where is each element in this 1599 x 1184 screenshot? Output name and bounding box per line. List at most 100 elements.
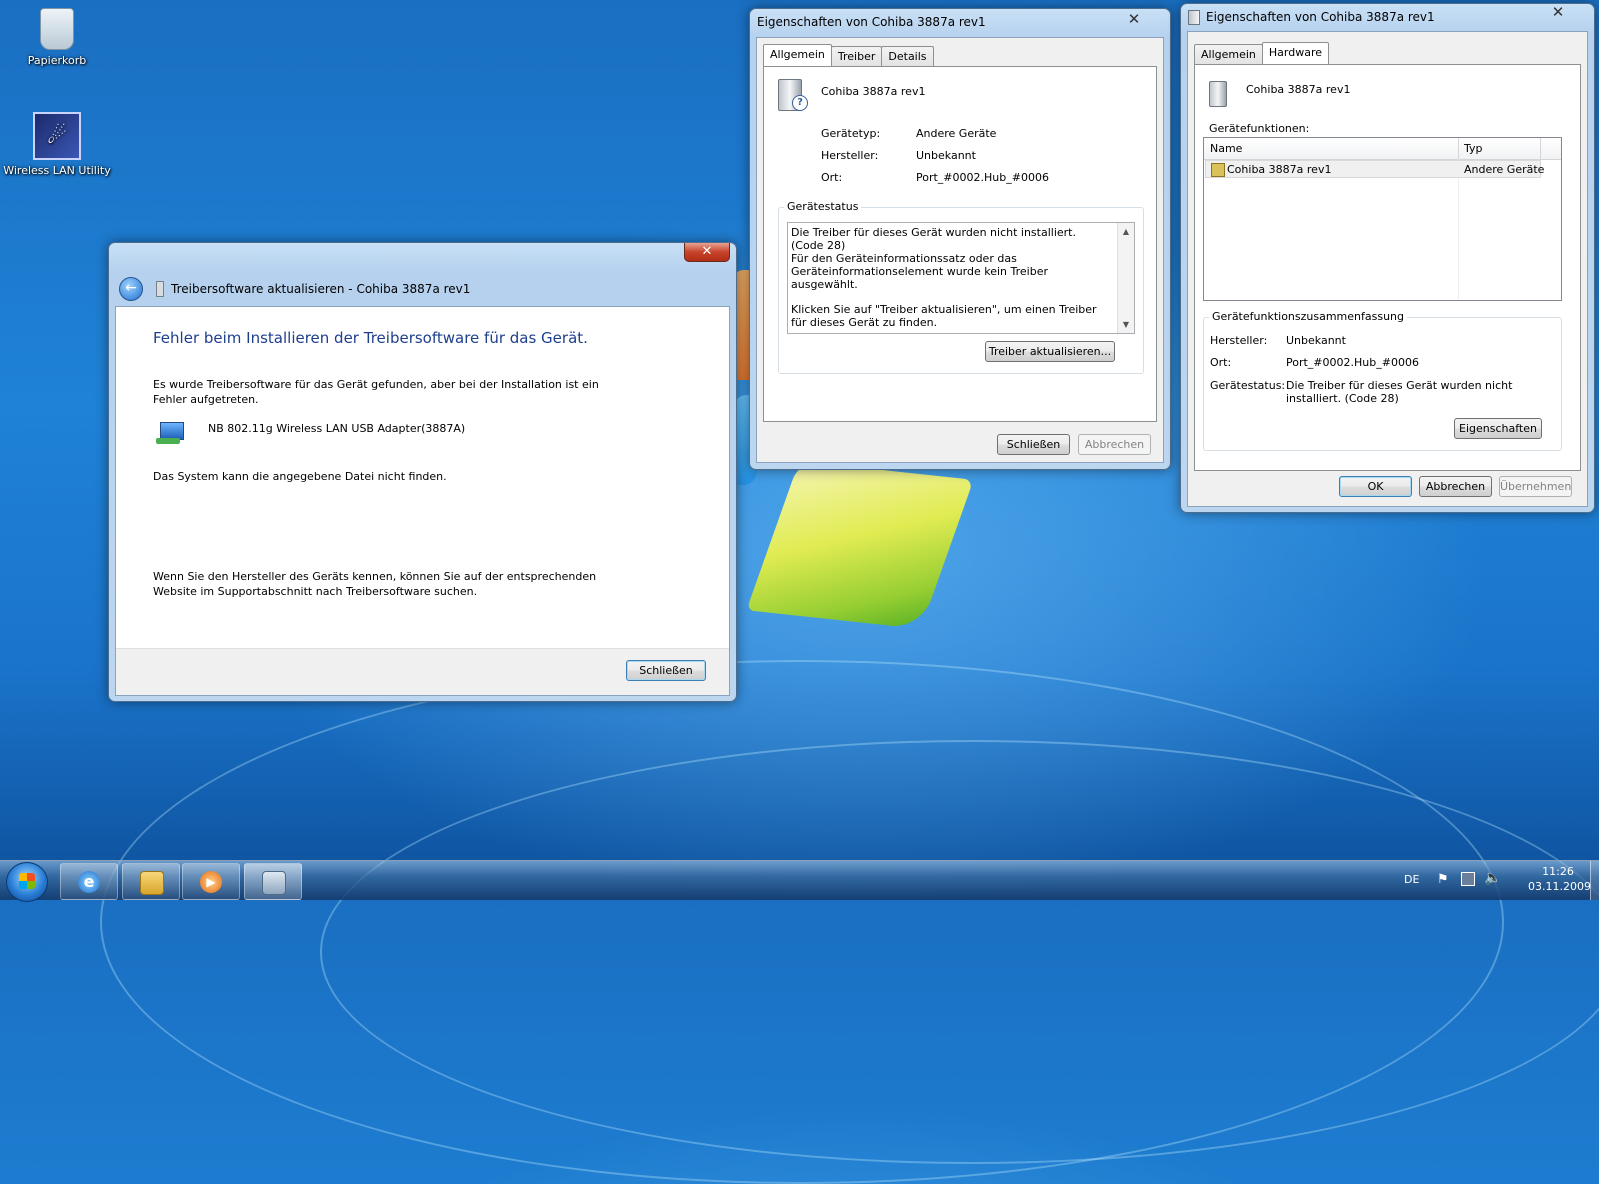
- network-status-icon[interactable]: [1461, 872, 1475, 886]
- internet-explorer-icon: e: [78, 871, 100, 893]
- wallpaper-logo-green: [746, 461, 974, 629]
- volume-icon[interactable]: 🔈: [1484, 870, 1501, 886]
- action-center-flag-icon[interactable]: ⚑: [1437, 872, 1449, 887]
- column-divider[interactable]: [1540, 138, 1541, 159]
- device-icon: [156, 281, 164, 297]
- taskbar: e ▶ DE ⚑ 🔈 11:26 03.11.2009: [0, 860, 1599, 902]
- dialog-content: Fehler beim Installieren der Treibersoft…: [115, 306, 730, 696]
- list-header: Name Typ: [1204, 138, 1561, 160]
- row-name: Cohiba 3887a rev1: [1227, 163, 1332, 176]
- update-driver-button[interactable]: Treiber aktualisieren...: [985, 341, 1115, 362]
- group-title: Gerätefunktionszusammenfassung: [1209, 310, 1408, 323]
- functions-label: Gerätefunktionen:: [1209, 122, 1310, 135]
- device-icon: [1209, 81, 1227, 107]
- desktop-icon-recycle-bin[interactable]: Papierkorb: [2, 8, 112, 67]
- close-button[interactable]: ✕: [684, 243, 730, 262]
- field-label: Ort:: [821, 171, 843, 184]
- close-button[interactable]: ✕: [1112, 11, 1156, 29]
- recycle-bin-icon: [40, 8, 74, 50]
- desktop-icon-wireless-lan-utility[interactable]: ☄ Wireless LAN Utility: [2, 112, 112, 177]
- error-detail: Das System kann die angegebene Datei nic…: [153, 470, 447, 483]
- window-title: Eigenschaften von Cohiba 3887a rev1: [1206, 10, 1435, 24]
- show-desktop-button[interactable]: [1590, 861, 1599, 900]
- column-divider[interactable]: [1458, 138, 1459, 159]
- dialog-client: Allgemein Treiber Details ? Cohiba 3887a…: [756, 37, 1164, 463]
- scroll-down-icon[interactable]: ▼: [1118, 320, 1134, 329]
- apply-button[interactable]: Übernehmen: [1499, 476, 1572, 497]
- status-textbox[interactable]: Die Treiber für dieses Gerät wurden nich…: [787, 222, 1135, 334]
- summary-label: Hersteller:: [1210, 334, 1268, 347]
- network-adapter-icon: [154, 420, 186, 450]
- close-button[interactable]: Schließen: [997, 434, 1070, 455]
- summary-value: Port_#0002.Hub_#0006: [1286, 356, 1419, 369]
- device-manager-icon: [262, 871, 286, 895]
- tab-details[interactable]: Details: [881, 46, 934, 68]
- language-indicator[interactable]: DE: [1404, 873, 1419, 886]
- clock[interactable]: 11:26 03.11.2009: [1528, 865, 1591, 893]
- window-title: Eigenschaften von Cohiba 3887a rev1: [757, 15, 986, 29]
- close-button[interactable]: Schließen: [626, 660, 706, 681]
- error-heading: Fehler beim Installieren der Treibersoft…: [153, 329, 588, 347]
- start-button[interactable]: [6, 862, 48, 902]
- close-button[interactable]: ✕: [1536, 4, 1580, 22]
- update-driver-dialog: ✕ ← Treibersoftware aktualisieren - Cohi…: [108, 242, 737, 702]
- media-player-icon: ▶: [200, 871, 222, 893]
- taskbar-internet-explorer[interactable]: e: [60, 863, 118, 900]
- column-header-type[interactable]: Typ: [1464, 142, 1483, 155]
- cancel-button[interactable]: Abbrechen: [1078, 434, 1151, 455]
- field-value: Andere Geräte: [916, 127, 997, 140]
- scrollbar[interactable]: ▲ ▼: [1117, 223, 1134, 333]
- wireless-lan-utility-icon: ☄: [33, 112, 81, 160]
- tab-treiber[interactable]: Treiber: [830, 46, 883, 68]
- tab-panel-allgemein: ? Cohiba 3887a rev1 Gerätetyp: Andere Ge…: [763, 66, 1157, 422]
- tab-allgemein[interactable]: Allgemein: [1194, 44, 1263, 66]
- ok-button[interactable]: OK: [1339, 476, 1412, 497]
- dialog-client: Allgemein Hardware Cohiba 3887a rev1 Ger…: [1187, 31, 1588, 507]
- device-status-group: Gerätestatus Die Treiber für dieses Gerä…: [778, 200, 1144, 374]
- hint-text: Wenn Sie den Hersteller des Geräts kenne…: [153, 570, 597, 598]
- windows-logo-icon: [19, 873, 35, 889]
- scroll-up-icon[interactable]: ▲: [1118, 227, 1134, 236]
- titlebar: Eigenschaften von Cohiba 3887a rev1: [1181, 4, 1594, 30]
- desktop-icon-label: Papierkorb: [27, 54, 87, 67]
- taskbar-device-manager[interactable]: [244, 863, 302, 900]
- field-label: Hersteller:: [821, 149, 879, 162]
- cancel-button[interactable]: Abbrechen: [1419, 476, 1492, 497]
- functions-list[interactable]: Name Typ Cohiba 3887a rev1 Andere Geräte: [1203, 137, 1562, 301]
- device-properties-dialog: Eigenschaften von Cohiba 3887a rev1 ✕ Al…: [749, 8, 1171, 470]
- tab-hardware[interactable]: Hardware: [1261, 42, 1330, 64]
- tab-strip: Allgemein Treiber Details: [763, 44, 934, 68]
- window-title: Treibersoftware aktualisieren - Cohiba 3…: [171, 282, 471, 296]
- windows-explorer-icon: [140, 871, 164, 895]
- wallpaper-swoosh: [320, 740, 1599, 1164]
- back-arrow-icon[interactable]: ←: [119, 277, 143, 301]
- device-name: Cohiba 3887a rev1: [1246, 83, 1351, 96]
- hardware-properties-dialog: Eigenschaften von Cohiba 3887a rev1 ✕ Al…: [1180, 3, 1595, 513]
- field-label: Gerätetyp:: [821, 127, 881, 140]
- taskbar-media-player[interactable]: ▶: [182, 863, 240, 900]
- device-name: NB 802.11g Wireless LAN USB Adapter(3887…: [208, 422, 466, 435]
- tab-strip: Allgemein Hardware: [1194, 42, 1330, 66]
- status-line: Klicken Sie auf "Treiber aktualisieren",…: [791, 303, 1097, 329]
- error-message: Es wurde Treibersoftware für das Gerät g…: [153, 378, 599, 406]
- column-header-name[interactable]: Name: [1210, 142, 1242, 155]
- row-type: Andere Geräte: [1464, 163, 1545, 176]
- dialog-footer: Schließen: [116, 648, 729, 695]
- taskbar-windows-explorer[interactable]: [122, 863, 180, 900]
- question-mark-icon: ?: [792, 95, 808, 111]
- clock-time: 11:26: [1542, 865, 1574, 878]
- summary-label: Gerätestatus:: [1210, 379, 1286, 392]
- warning-device-icon: [1211, 163, 1225, 177]
- table-row[interactable]: Cohiba 3887a rev1 Andere Geräte: [1205, 160, 1545, 178]
- tab-allgemein[interactable]: Allgemein: [763, 44, 832, 66]
- titlebar: Eigenschaften von Cohiba 3887a rev1: [750, 9, 1170, 35]
- device-icon: [1188, 9, 1200, 25]
- function-summary-group: Gerätefunktionszusammenfassung Herstelle…: [1203, 310, 1562, 451]
- desktop-icon-label: Wireless LAN Utility: [3, 164, 111, 177]
- properties-button[interactable]: Eigenschaften: [1454, 418, 1542, 439]
- status-line: Die Treiber für dieses Gerät wurden nich…: [791, 226, 1076, 252]
- column-gridline: [1458, 159, 1459, 300]
- field-value: Port_#0002.Hub_#0006: [916, 171, 1049, 184]
- clock-date: 03.11.2009: [1528, 880, 1591, 893]
- tab-panel-hardware: Cohiba 3887a rev1 Gerätefunktionen: Name…: [1194, 64, 1581, 471]
